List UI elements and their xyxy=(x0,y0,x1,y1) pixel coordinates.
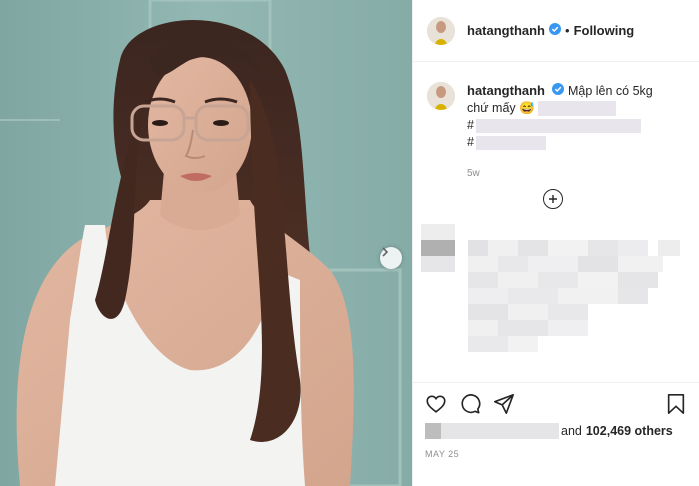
liker-avatar xyxy=(425,423,441,439)
caption-username[interactable]: hatangthanh xyxy=(467,83,545,98)
load-more-comments-button[interactable] xyxy=(543,189,563,209)
avatar[interactable] xyxy=(427,16,455,45)
pixelated-comments xyxy=(421,224,680,352)
blurred-text xyxy=(475,135,546,150)
verified-badge-icon xyxy=(552,83,565,100)
share-icon[interactable] xyxy=(493,393,515,415)
header-separator: • xyxy=(565,23,570,38)
blurred-text xyxy=(538,101,617,117)
header-username[interactable]: hatangthanh xyxy=(467,23,545,38)
likes-count[interactable]: 102,469 others xyxy=(586,424,673,438)
photo-illustration xyxy=(0,0,412,486)
following-button[interactable]: Following xyxy=(574,23,635,38)
likes-prefix: and xyxy=(561,424,582,438)
post-photo[interactable] xyxy=(0,0,412,486)
next-photo-button[interactable] xyxy=(380,247,402,269)
post-header: hatangthanh • Following xyxy=(413,0,699,62)
post-side-panel: hatangthanh • Following hatangthanh Mập … xyxy=(412,0,699,486)
post-actions: and 102,469 others MAY 25 xyxy=(413,382,699,486)
caption-avatar[interactable] xyxy=(427,82,455,110)
caption-hashtag[interactable]: # xyxy=(467,118,474,132)
plus-circle-icon xyxy=(549,195,557,203)
caption-emoji: 😅 xyxy=(519,101,535,116)
likes-line: and 102,469 others xyxy=(425,423,673,439)
bookmark-icon[interactable] xyxy=(665,393,687,415)
verified-badge-icon xyxy=(549,22,561,40)
caption-hashtag[interactable]: # xyxy=(467,135,474,149)
comment-icon[interactable] xyxy=(459,393,481,415)
action-bar xyxy=(425,393,687,419)
comments-area xyxy=(413,222,699,382)
post-date[interactable]: MAY 25 xyxy=(425,449,459,459)
avatar-image xyxy=(427,82,455,110)
avatar-image xyxy=(427,16,455,45)
blurred-text xyxy=(441,423,559,439)
heart-icon[interactable] xyxy=(425,393,447,415)
caption-body: hatangthanh Mập lên có 5kg chứ mấy 😅 # #… xyxy=(467,82,667,212)
chevron-right-icon xyxy=(382,247,389,257)
caption-timestamp[interactable]: 5w xyxy=(467,165,667,182)
blurred-text xyxy=(475,118,641,133)
